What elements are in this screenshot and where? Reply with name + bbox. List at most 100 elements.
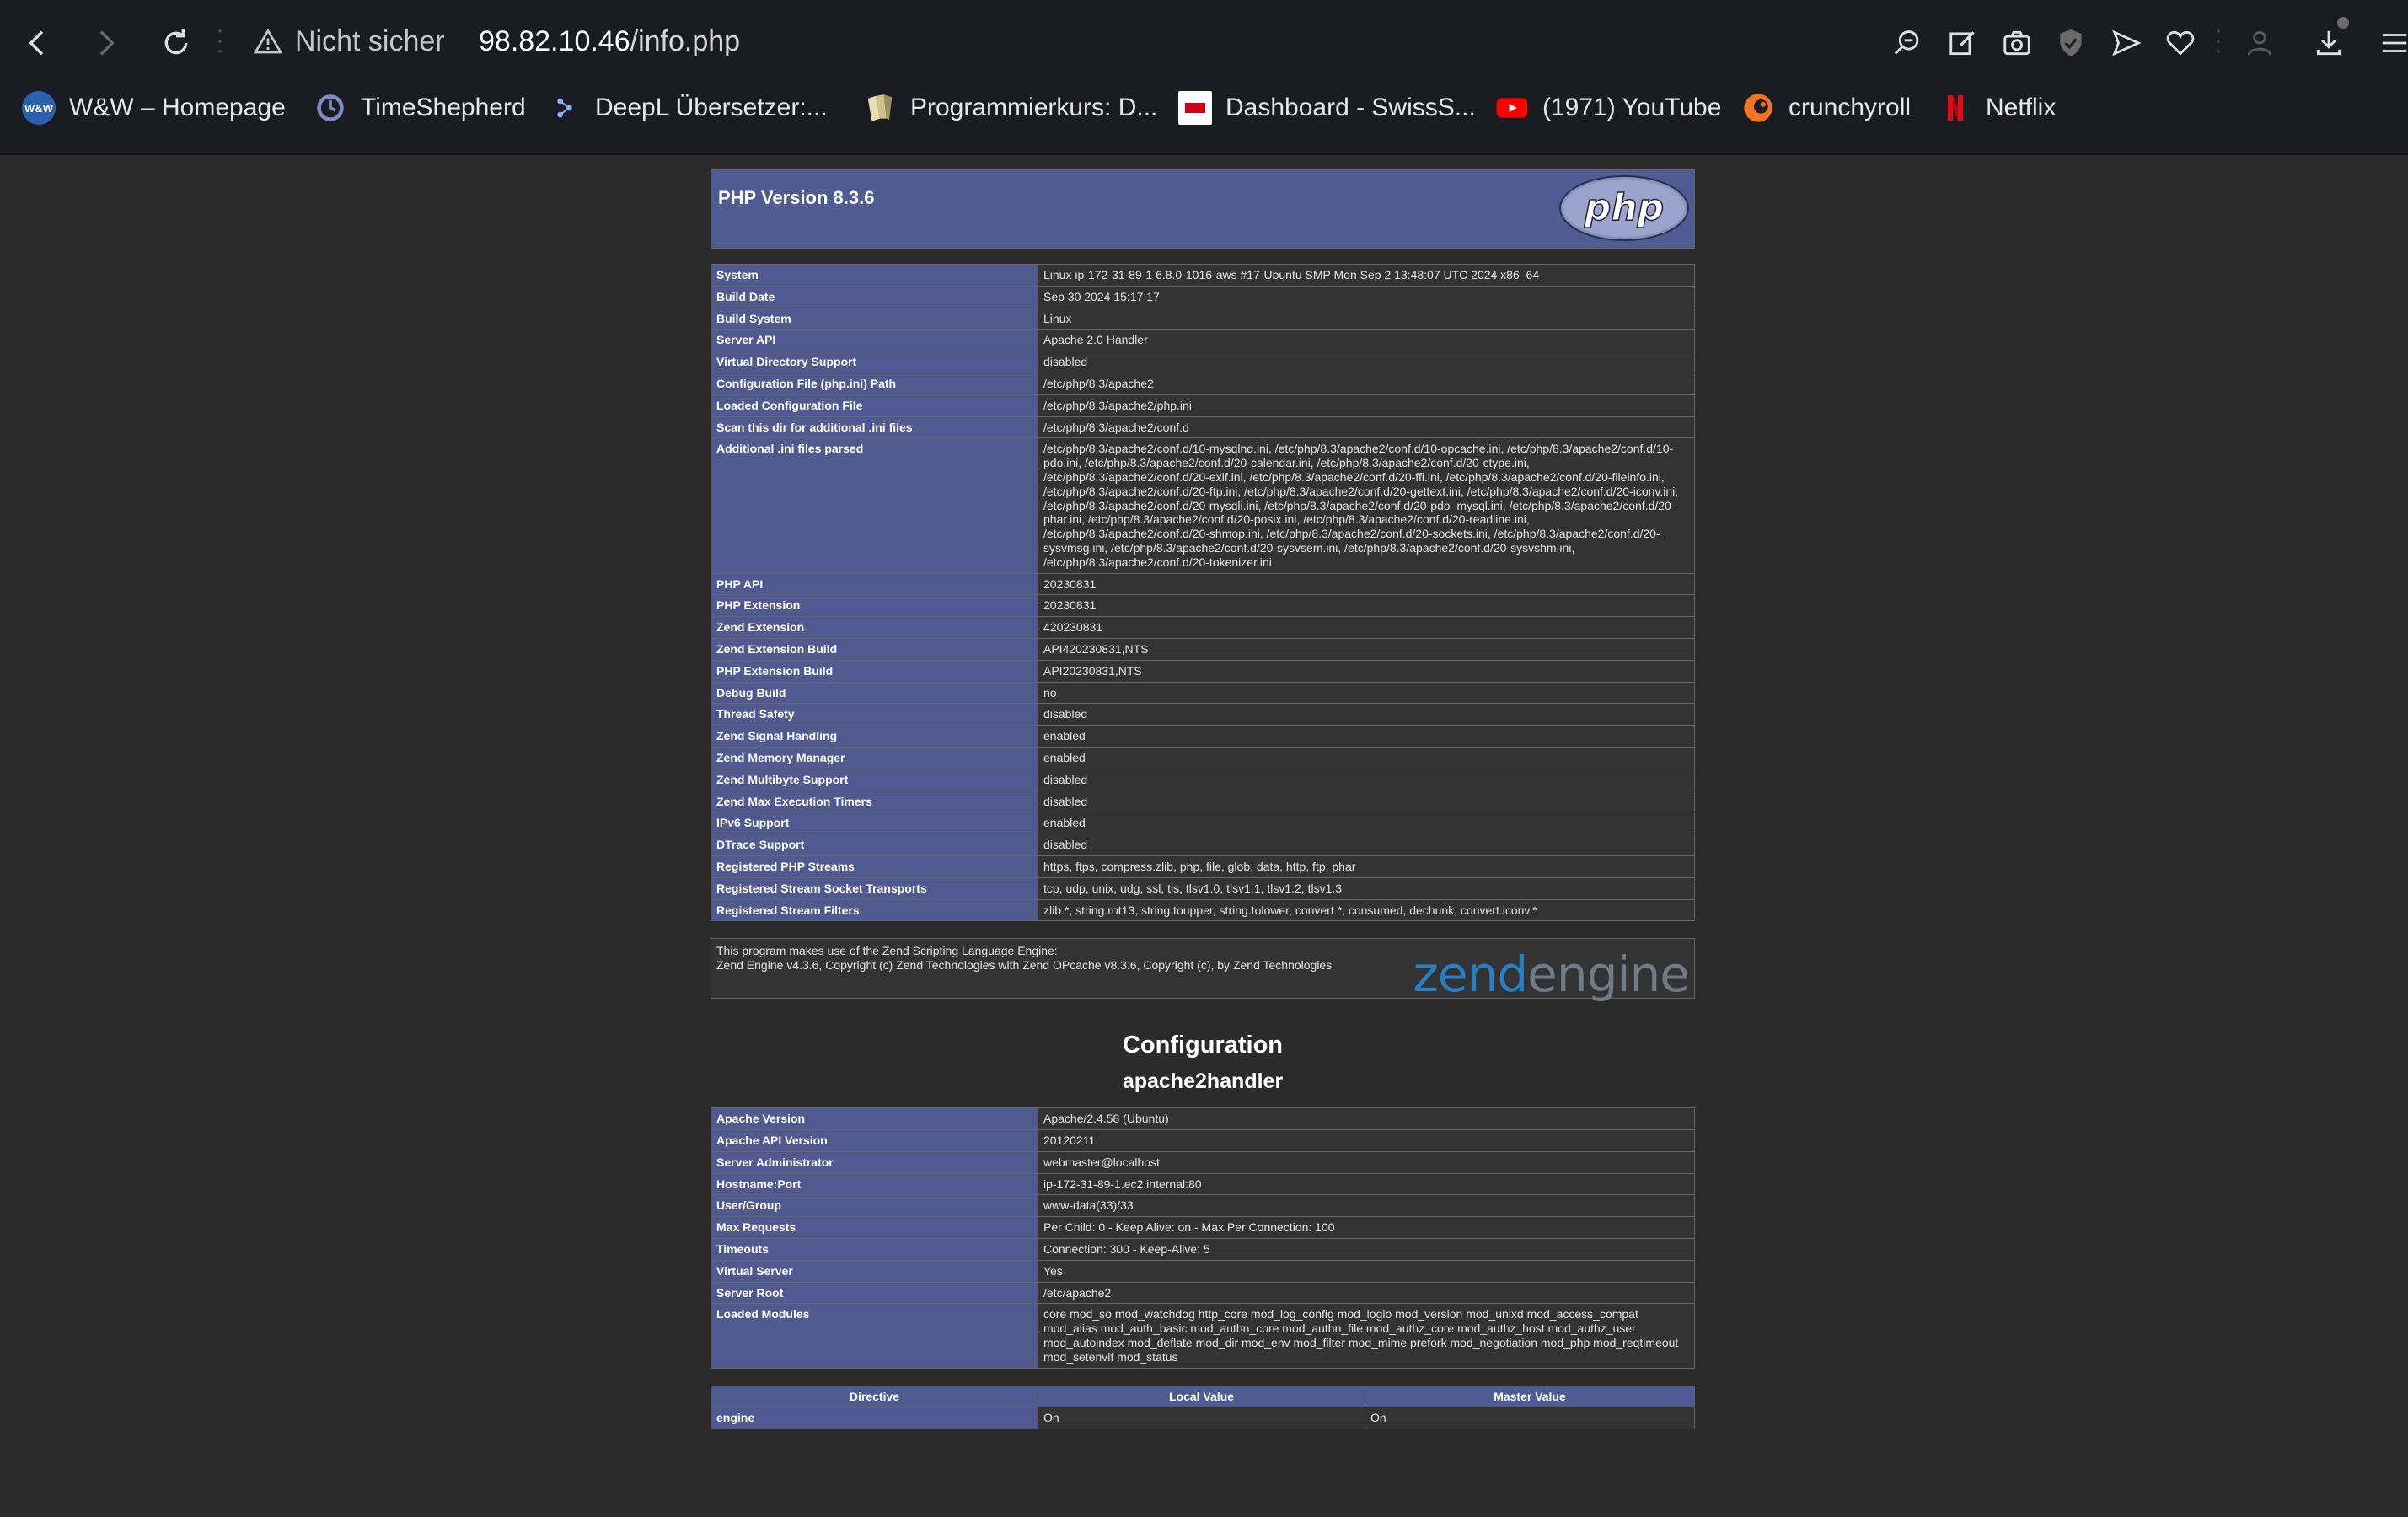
row-key: Additional .ini files parsed	[711, 437, 1038, 574]
row-key: PHP Extension Build	[711, 659, 1038, 683]
row-value: core mod_so mod_watchdog http_core mod_l…	[1038, 1303, 1695, 1369]
bookmark-timeshepherd[interactable]: TimeShepherd	[314, 91, 526, 125]
row-value: enabled	[1038, 812, 1695, 835]
info-row: Registered Stream Filters zlib.*, string.…	[711, 898, 1695, 922]
deepl-icon	[548, 91, 582, 125]
forward-arrow-icon	[99, 30, 115, 56]
bookmark-label: W&W – Homepage	[69, 94, 286, 121]
row-value: https, ftps, compress.zlib, php, file, g…	[1038, 855, 1695, 878]
row-value: enabled	[1038, 725, 1695, 748]
edit-button[interactable]	[1944, 24, 1982, 62]
config-row: Server Root/etc/apache2	[711, 1281, 1695, 1305]
config-row: Timeouts Connection: 300 - Keep-Alive: 5	[711, 1238, 1695, 1261]
menu-icon	[2382, 34, 2407, 52]
row-value: Linux	[1038, 307, 1695, 330]
security-indicator[interactable]: Nicht sicher	[253, 25, 445, 58]
info-row: Configuration File (php.ini) Path/etc/ph…	[711, 372, 1695, 395]
php-logo-icon[interactable]: php	[1558, 174, 1691, 243]
row-key: Zend Memory Manager	[711, 746, 1038, 769]
menu-button[interactable]	[2375, 24, 2408, 62]
row-key: Registered Stream Filters	[711, 898, 1038, 922]
profile-button[interactable]	[2240, 24, 2279, 62]
address-bar[interactable]: 98.82.10.46/info.php	[479, 25, 740, 58]
favorites-button[interactable]	[2161, 24, 2200, 62]
phpinfo-container: PHP Version 8.3.6 php System Linux ip-172…	[711, 169, 1695, 1446]
page-viewport[interactable]: PHP Version 8.3.6 php System Linux ip-172…	[0, 155, 2408, 1517]
directive-header-row: Directive Local Value Master Value	[711, 1385, 1695, 1408]
row-key: Apache Version	[711, 1107, 1038, 1131]
row-key: Registered PHP Streams	[711, 855, 1038, 878]
info-row: Zend Max Execution Timers disabled	[711, 790, 1695, 813]
row-key: PHP API	[711, 572, 1038, 596]
row-value: Connection: 300 - Keep-Alive: 5	[1038, 1238, 1695, 1261]
heart-icon	[2166, 30, 2195, 56]
bookmark-netflix[interactable]: Netflix	[1939, 91, 2056, 125]
row-value: /etc/php/8.3/apache2/php.ini	[1038, 394, 1695, 417]
section-title-configuration: Configuration	[1122, 1032, 1284, 1059]
zend-logo-word: zend	[1413, 946, 1528, 1004]
row-value: 20120211	[1038, 1129, 1695, 1152]
row-value: Apache 2.0 Handler	[1038, 329, 1695, 352]
row-value: disabled	[1038, 834, 1695, 856]
general-info-table: System Linux ip-172-31-89-1 6.8.0-1016-aw…	[711, 264, 1695, 922]
back-button[interactable]	[17, 22, 59, 64]
info-row: Build Date Sep 30 2024 15:17:17	[711, 285, 1695, 308]
row-key: Zend Extension	[711, 616, 1038, 639]
camera-icon	[2003, 30, 2030, 56]
row-key: User/Group	[711, 1194, 1038, 1218]
row-key: Loaded Modules	[711, 1303, 1038, 1369]
profile-icon	[2247, 30, 2272, 56]
bookmark-youtube[interactable]: (1971) YouTube	[1495, 91, 1721, 125]
forward-button[interactable]	[84, 22, 126, 64]
row-key: Server API	[711, 329, 1038, 352]
bookmark-deepl[interactable]: DeepL Übersetzer:...	[548, 91, 828, 125]
reload-button[interactable]	[155, 22, 197, 64]
info-row: Server API Apache 2.0 Handler	[711, 329, 1695, 352]
download-badge	[2337, 17, 2349, 29]
row-value: 20230831	[1038, 594, 1695, 618]
adblock-button[interactable]	[2051, 24, 2090, 62]
info-row: Zend Memory Manager enabled	[711, 746, 1695, 769]
bookmark-label: Programmierkurs: D...	[910, 94, 1158, 121]
crunchyroll-icon	[1741, 91, 1775, 125]
browser-toolbar: · · · Nicht sicher 98.82.10.46/info.php · ·…	[0, 0, 2408, 86]
config-row: Hostname:Port ip-172-31-89-1.ec2.internal…	[711, 1172, 1695, 1196]
info-row: Build System Linux	[711, 307, 1695, 330]
info-row: Additional .ini files parsed/etc/php/8.3…	[711, 437, 1695, 574]
row-key: IPv6 Support	[711, 812, 1038, 835]
row-value: no	[1038, 681, 1695, 705]
zoom-button[interactable]	[1888, 24, 1927, 62]
row-value: disabled	[1038, 703, 1695, 726]
row-key: Zend Signal Handling	[711, 725, 1038, 748]
row-value: www-data(33)/33	[1038, 1194, 1695, 1218]
edit-pencil-icon	[1949, 31, 1975, 56]
row-value: API20230831,NTS	[1038, 659, 1695, 683]
row-value: /etc/php/8.3/apache2	[1038, 372, 1695, 395]
row-value: disabled	[1038, 351, 1695, 373]
snapshot-button[interactable]	[1998, 24, 2036, 62]
row-key: Server Administrator	[711, 1150, 1038, 1174]
bookmark-label: DeepL Übersetzer:...	[595, 94, 828, 121]
back-arrow-icon	[29, 30, 44, 56]
bookmark-programmierkurs[interactable]: Programmierkurs: D...	[863, 91, 1157, 125]
row-value: /etc/apache2	[1038, 1281, 1695, 1305]
config-row: Virtual Server Yes	[711, 1259, 1695, 1283]
column-header: Directive	[711, 1385, 1038, 1408]
row-value: ip-172-31-89-1.ec2.internal:80	[1038, 1172, 1695, 1196]
info-row: PHP API 20230831	[711, 572, 1695, 596]
engine-logo-word: engine	[1527, 946, 1690, 1004]
info-row: Zend Extension Build API420230831,NTS	[711, 637, 1695, 661]
row-value: disabled	[1038, 790, 1695, 813]
row-value: Yes	[1038, 1259, 1695, 1283]
info-row: Zend Multibyte Support disabled	[711, 768, 1695, 791]
row-value: Sep 30 2024 15:17:17	[1038, 285, 1695, 308]
download-icon	[2316, 30, 2341, 56]
row-key: Build Date	[711, 285, 1038, 308]
send-button[interactable]	[2107, 24, 2146, 62]
bookmark-ww[interactable]: W&W W&W – Homepage	[22, 91, 286, 125]
bookmark-label: (1971) YouTube	[1542, 94, 1722, 121]
bookmark-crunchyroll[interactable]: crunchyroll	[1741, 91, 1911, 125]
downloads-button[interactable]	[2309, 24, 2348, 62]
bookmark-dashboard[interactable]: Dashboard - SwissS...	[1178, 91, 1476, 125]
zend-engine-logo[interactable]: zendengine	[1413, 946, 1690, 1004]
